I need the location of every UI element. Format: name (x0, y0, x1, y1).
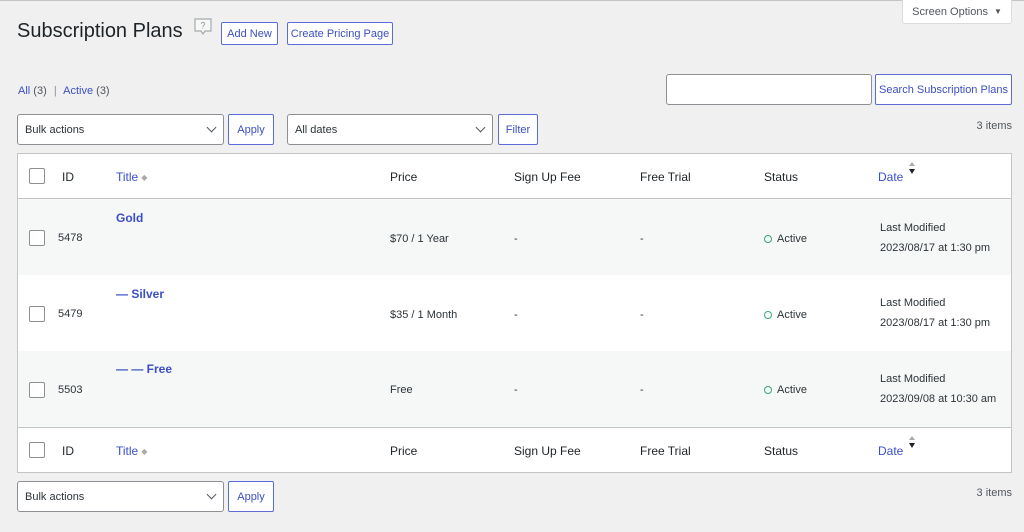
column-signup-fee: Sign Up Fee (514, 170, 581, 184)
row-date: Last Modified 2023/08/17 at 1:30 pm (880, 297, 990, 329)
table-footer: ID Title ◆ Price Sign Up Fee Free Trial S… (18, 427, 1011, 472)
column-free-trial: Free Trial (640, 444, 691, 458)
row-id: 5503 (58, 384, 83, 396)
table-header: ID Title ◆ Price Sign Up Fee Free Trial S… (18, 154, 1011, 199)
svg-text:?: ? (200, 21, 205, 31)
row-date-label: Last Modified (880, 222, 946, 234)
row-date-value: 2023/08/17 at 1:30 pm (880, 317, 991, 329)
bulk-actions-select-bottom[interactable]: Bulk actions (17, 481, 224, 512)
create-pricing-page-button[interactable]: Create Pricing Page (287, 22, 393, 45)
row-status-label: Active (777, 309, 807, 321)
filter-all-link[interactable]: All (18, 85, 30, 97)
row-status: Active (764, 233, 807, 245)
apply-button-bottom[interactable]: Apply (228, 481, 274, 512)
sort-desc-icon (909, 162, 915, 174)
row-price: $35 / 1 Month (390, 309, 458, 321)
bulk-actions-select-top[interactable]: Bulk actions (17, 114, 224, 145)
chevron-down-icon (475, 122, 486, 133)
filter-active-count: (3) (96, 85, 110, 97)
column-id: ID (62, 444, 74, 458)
select-all-checkbox[interactable] (29, 168, 45, 184)
select-all-checkbox-bottom[interactable] (29, 442, 45, 458)
row-status-label: Active (777, 233, 807, 245)
date-filter-select[interactable]: All dates (287, 114, 493, 145)
screen-options-button[interactable]: Screen Options ▼ (902, 0, 1012, 24)
column-date-sortable[interactable]: Date (878, 444, 903, 458)
column-id: ID (62, 170, 74, 184)
row-signup-fee: - (514, 309, 518, 321)
help-question-icon[interactable]: ? (193, 18, 213, 36)
row-free-trial: - (640, 309, 644, 321)
row-signup-fee: - (514, 233, 518, 245)
bulk-actions-value: Bulk actions (25, 123, 85, 136)
filter-all-count: (3) (33, 85, 47, 97)
column-title-sortable[interactable]: Title ◆ (116, 170, 147, 184)
row-signup-fee: - (514, 384, 518, 396)
row-title-link[interactable]: — Silver (116, 287, 164, 301)
caret-down-icon: ▼ (993, 7, 1002, 16)
status-active-icon (764, 235, 772, 243)
sort-icon: ◆ (141, 447, 148, 456)
column-date-label: Date (878, 170, 904, 184)
column-date-sortable[interactable]: Date (878, 170, 903, 184)
row-title-link[interactable]: — — Free (116, 362, 172, 376)
items-count-bottom: 3 items (976, 487, 1012, 499)
row-status-label: Active (777, 384, 807, 396)
admin-bar-border (0, 0, 1024, 1)
row-date: Last Modified 2023/09/08 at 10:30 am (880, 373, 996, 405)
sort-desc-icon (909, 436, 915, 448)
chevron-down-icon (206, 122, 217, 133)
apply-button-top[interactable]: Apply (228, 114, 274, 145)
search-input[interactable] (666, 74, 872, 105)
bulk-actions-value: Bulk actions (25, 490, 85, 503)
column-price: Price (390, 170, 418, 184)
row-price: $70 / 1 Year (390, 233, 449, 245)
row-title-link[interactable]: Gold (116, 211, 143, 225)
column-title-label: Title (116, 170, 139, 184)
column-date-label: Date (878, 444, 904, 458)
column-signup-fee: Sign Up Fee (514, 444, 581, 458)
row-checkbox[interactable] (29, 230, 45, 246)
status-active-icon (764, 386, 772, 394)
row-date-value: 2023/09/08 at 10:30 am (880, 393, 997, 405)
chevron-down-icon (206, 489, 217, 500)
filter-button[interactable]: Filter (498, 114, 538, 145)
table-row: 5478 Gold $70 / 1 Year - - Active Last M… (18, 199, 1011, 275)
row-checkbox[interactable] (29, 306, 45, 322)
status-active-icon (764, 311, 772, 319)
column-price: Price (390, 444, 418, 458)
row-id: 5478 (58, 232, 83, 244)
column-title-sortable[interactable]: Title ◆ (116, 444, 147, 458)
add-new-button[interactable]: Add New (221, 22, 278, 45)
date-filter-value: All dates (295, 123, 338, 136)
row-date-label: Last Modified (880, 373, 946, 385)
filter-active-link[interactable]: Active (63, 85, 93, 97)
subscription-plans-table: ID Title ◆ Price Sign Up Fee Free Trial S… (17, 153, 1012, 473)
status-filter-links: All (3) | Active (3) (18, 85, 110, 97)
row-status: Active (764, 309, 807, 321)
row-id: 5479 (58, 308, 83, 320)
page-title: Subscription Plans (17, 20, 183, 42)
filter-separator: | (53, 85, 57, 97)
row-date-value: 2023/08/17 at 1:30 pm (880, 242, 991, 254)
row-price: Free (390, 384, 413, 396)
column-status: Status (764, 444, 799, 458)
column-status: Status (764, 170, 799, 184)
search-subscription-plans-button[interactable]: Search Subscription Plans (875, 74, 1012, 105)
row-date-label: Last Modified (880, 297, 946, 309)
row-free-trial: - (640, 384, 644, 396)
row-free-trial: - (640, 233, 644, 245)
items-count-top: 3 items (976, 120, 1012, 132)
table-row: 5479 — Silver $35 / 1 Month - - Active L… (18, 275, 1011, 351)
table-row: 5503 — — Free Free - - Active Last Modif… (18, 351, 1011, 427)
column-title-label: Title (116, 444, 139, 458)
row-date: Last Modified 2023/08/17 at 1:30 pm (880, 222, 990, 254)
column-free-trial: Free Trial (640, 170, 691, 184)
row-checkbox[interactable] (29, 382, 45, 398)
screen-options-label: Screen Options (912, 5, 988, 18)
row-status: Active (764, 384, 807, 396)
sort-icon: ◆ (141, 173, 148, 182)
